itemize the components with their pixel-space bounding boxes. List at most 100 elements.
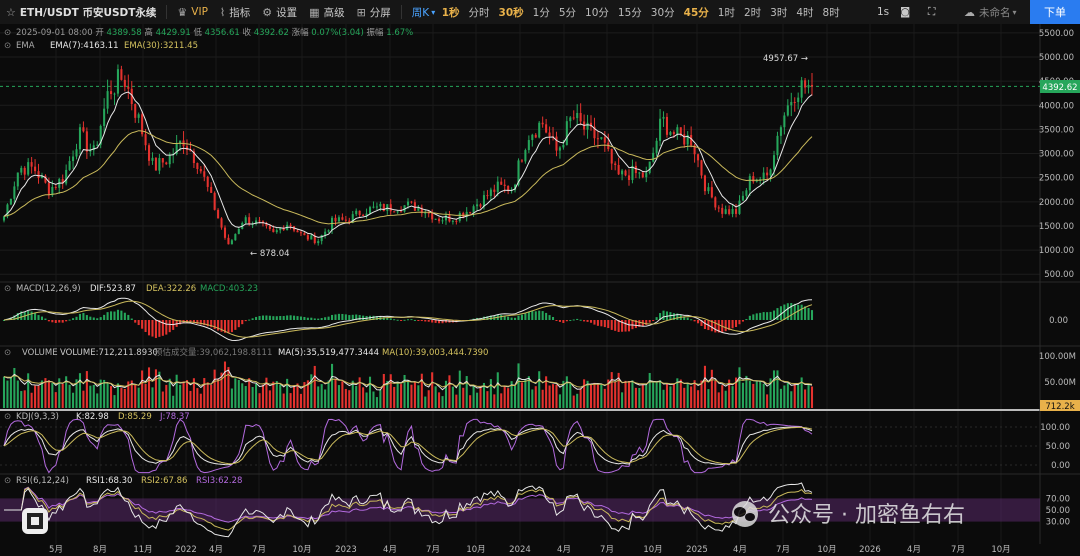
volume-bar-130 (451, 386, 454, 408)
candle-body-203 (703, 175, 706, 192)
timeframe-12[interactable]: 4时 (792, 5, 818, 20)
kdj-tick-0: 100.00 (1040, 423, 1070, 433)
candle-body-115 (400, 211, 403, 213)
timeframe-7[interactable]: 30分 (646, 5, 679, 20)
macd-bar-97 (337, 313, 340, 320)
timeframe-5[interactable]: 10分 (581, 5, 614, 20)
volume-bar-74 (258, 393, 261, 408)
candle-body-61 (213, 192, 216, 210)
candle-body-174 (603, 137, 606, 143)
volume-bar-51 (179, 384, 182, 408)
candle-body-48 (168, 154, 171, 165)
candle-body-139 (482, 195, 486, 207)
volume-bar-127 (441, 396, 444, 408)
timeframe-10[interactable]: 2时 (739, 5, 765, 20)
collapse-icon[interactable]: ⊙ (4, 348, 11, 358)
candle-body-192 (665, 116, 669, 135)
timeframe-0[interactable]: 1秒 (437, 5, 464, 20)
macd-bar-18 (65, 320, 68, 322)
macd-bar-119 (413, 319, 416, 321)
period-dropdown[interactable]: 周K ▾ (406, 0, 437, 24)
volume-bar-49 (172, 395, 175, 408)
price-tick-6: 2500.00 (1039, 174, 1074, 184)
star-icon[interactable]: ☆ (6, 6, 16, 19)
timeframe-3[interactable]: 1分 (528, 5, 554, 20)
macd-bar-157 (545, 312, 548, 320)
estimate-value: 预估成交量:39,062,198.8111 (154, 347, 272, 358)
advanced-button[interactable]: ▦ 高级 (303, 0, 350, 24)
interval-label[interactable]: 1s (871, 0, 895, 24)
timeframe-4[interactable]: 5分 (554, 5, 580, 20)
candle-body-222 (769, 169, 772, 176)
macd-bar-80 (279, 315, 282, 320)
timeframe-1[interactable]: 分时 (464, 5, 494, 20)
volume-bar-158 (548, 385, 551, 408)
kline-chart[interactable]: 0.00 100.00M 50.00M 100.00 50.00 0.00 70.00… (0, 24, 1080, 556)
collapse-icon[interactable]: ⊙ (4, 41, 11, 51)
macd-bar-178 (617, 320, 620, 332)
collapse-icon[interactable]: ⊙ (4, 284, 11, 294)
macd-bar-28 (99, 317, 102, 320)
macd-bar-155 (538, 310, 541, 320)
timeframe-2[interactable]: 30秒 (494, 5, 528, 20)
candle-body-89 (310, 235, 313, 240)
fullscreen-button[interactable]: ⛶ (922, 0, 941, 24)
macd-bar-117 (406, 319, 410, 321)
macd-bar-96 (334, 314, 337, 320)
macd-bar-175 (607, 320, 610, 329)
candle-body-27 (96, 144, 99, 146)
settings-button[interactable]: ⚙ 设置 (256, 0, 303, 24)
timeframe-13[interactable]: 8时 (818, 5, 844, 20)
vip-button[interactable]: ♛ VIP (171, 0, 214, 24)
candle-body-227 (786, 105, 789, 116)
collapse-icon[interactable]: ⊙ (4, 476, 11, 486)
timeframe-6[interactable]: 15分 (613, 5, 646, 20)
screenshot-button[interactable]: ◙ (894, 0, 916, 24)
macd-bar-87 (303, 316, 306, 320)
volume-bar-203 (703, 365, 706, 408)
indicators-button[interactable]: ⌇ 指标 (214, 0, 256, 24)
volume-bar-184 (638, 387, 641, 408)
volume-bar-186 (645, 384, 648, 408)
divider (166, 5, 168, 19)
volume-bar-220 (762, 383, 765, 408)
volume-bar-221 (766, 394, 769, 408)
volume-bar-160 (555, 384, 558, 408)
volume-bar-44 (154, 369, 157, 408)
layout-save-button[interactable]: ☁ 未命名 ▾ (958, 0, 1023, 24)
candle-body-195 (676, 127, 679, 134)
candle-body-157 (545, 124, 548, 133)
volume-bar-156 (541, 389, 544, 408)
ohlc-text: 2025-09-01 08:00 开 4389.58 高 4429.91 低 4… (16, 27, 413, 38)
collapse-icon[interactable]: ⊙ (4, 28, 11, 38)
candle-body-145 (503, 184, 506, 186)
volume-last-value: 712.2k (1045, 402, 1074, 412)
split-label: 分屏 (369, 6, 391, 19)
candle-body-66 (230, 240, 233, 245)
candle-body-178 (617, 165, 620, 175)
timeframe-11[interactable]: 3时 (766, 5, 792, 20)
candle-body-160 (555, 136, 558, 151)
ohlc-key-1: 开 (95, 28, 106, 38)
volume-bar-104 (362, 387, 365, 408)
time-tick-6: 10月 (292, 545, 311, 555)
timeframe-8[interactable]: 45分 (679, 5, 713, 20)
split-screen-button[interactable]: ⊞ 分屏 (351, 0, 397, 24)
collapse-icon[interactable]: ⊙ (4, 412, 11, 422)
macd-bar-177 (614, 320, 617, 331)
symbol-selector[interactable]: ☆ ETH/USDT 币安USDT永续 (0, 0, 162, 24)
volume-bar-125 (434, 386, 437, 408)
volume-bar-101 (351, 380, 354, 408)
volume-bar-78 (272, 381, 275, 408)
volume-bar-64 (223, 361, 227, 408)
advanced-label: 高级 (323, 6, 345, 19)
volume-bar-46 (161, 391, 164, 408)
candle-body-196 (679, 127, 682, 135)
candle-body-34 (120, 69, 123, 80)
volume-bar-166 (576, 393, 579, 408)
timeframe-9[interactable]: 1时 (713, 5, 739, 20)
order-button[interactable]: 下单 (1030, 0, 1080, 24)
macd-bar-203 (703, 320, 706, 330)
candle-body-87 (303, 233, 306, 236)
macd-bar-84 (293, 315, 296, 320)
